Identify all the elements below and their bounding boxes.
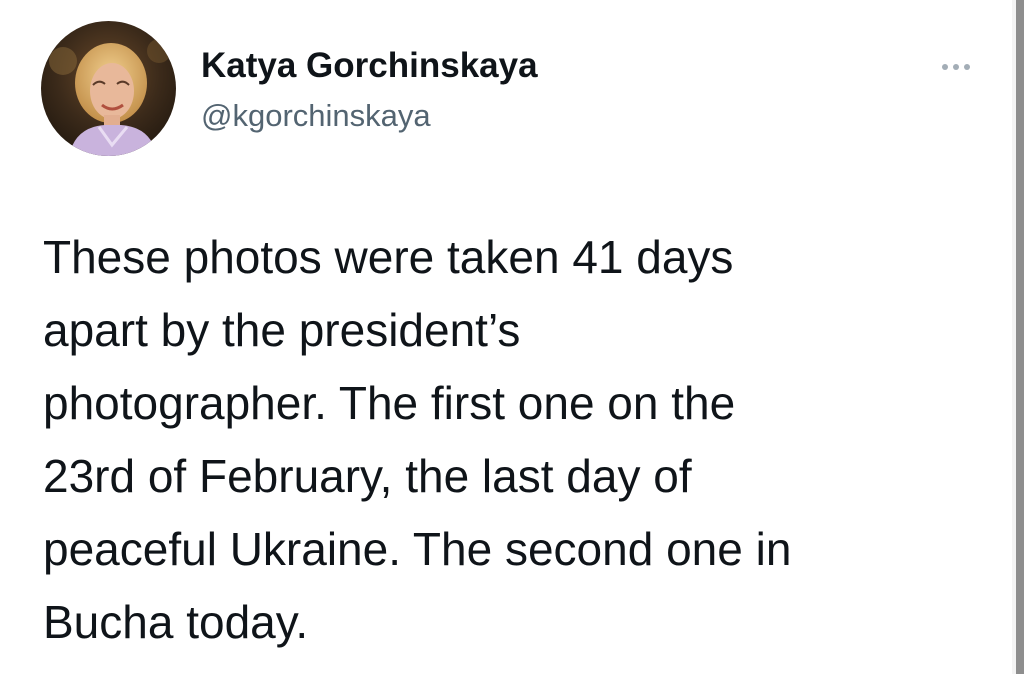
tweet-text-line: Bucha today. [43, 596, 309, 648]
tweet-text: These photos were taken 41 days apart by… [43, 221, 963, 659]
author-handle[interactable]: @kgorchinskaya [201, 96, 431, 136]
tweet-text-line: photographer. The first one on the [43, 377, 736, 429]
tweet-text-line: 23rd of February, the last day of [43, 450, 692, 502]
screen-edge [1016, 0, 1024, 674]
tweet-text-line: These photos were taken 41 days [43, 231, 734, 283]
author-avatar[interactable] [41, 21, 176, 156]
more-options-button[interactable] [930, 52, 982, 82]
tweet-text-line: apart by the president’s [43, 304, 521, 356]
more-horizontal-icon [942, 64, 948, 70]
more-horizontal-icon [964, 64, 970, 70]
tweet-text-line: peaceful Ukraine. The second one in [43, 523, 792, 575]
more-horizontal-icon [953, 64, 959, 70]
author-display-name[interactable]: Katya Gorchinskaya [201, 44, 538, 88]
avatar-photo-icon [41, 21, 176, 156]
